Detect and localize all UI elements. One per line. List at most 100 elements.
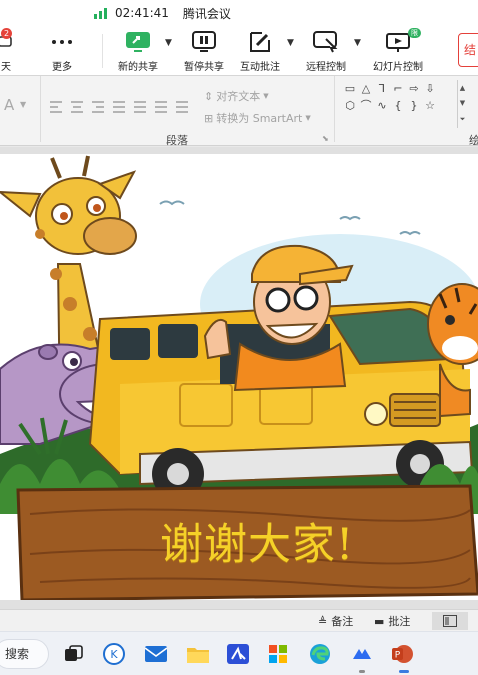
- windows-taskbar: 搜索 K P: [0, 631, 478, 675]
- notes-label: 备注: [331, 615, 354, 628]
- align-center-icon[interactable]: [71, 101, 83, 113]
- more-label: 更多: [52, 62, 72, 73]
- smartart-icon: ⊞: [204, 111, 214, 125]
- slideshow-control-button[interactable]: 限免 幻灯片控制: [372, 28, 424, 74]
- remote-control-icon: [313, 30, 339, 54]
- meeting-app-title: 腾讯会议: [182, 6, 231, 21]
- remote-control-label: 远程控制: [306, 62, 346, 73]
- signal-icon: [94, 7, 107, 19]
- normal-view-button[interactable]: [432, 612, 468, 630]
- star-shape-icon[interactable]: ☆: [424, 99, 436, 112]
- align-right-icon[interactable]: [92, 101, 104, 113]
- active-app-indicator: [399, 670, 409, 673]
- task-view-icon[interactable]: [62, 642, 86, 666]
- kuaiyu-app-icon[interactable]: K: [102, 642, 126, 666]
- notes-icon: ≜: [318, 614, 328, 628]
- annotate-button[interactable]: 互动批注: [238, 30, 282, 74]
- columns-icon[interactable]: [155, 101, 167, 113]
- end-meeting-button[interactable]: 结: [458, 33, 478, 67]
- comments-label: 批注: [388, 615, 411, 628]
- pause-share-label: 暂停共享: [184, 62, 224, 73]
- align-left-icon[interactable]: [50, 101, 62, 113]
- paragraph-dialog-launcher-icon[interactable]: ⬊: [322, 134, 329, 143]
- font-color-icon[interactable]: A: [4, 96, 14, 114]
- convert-smartart-label: 转换为 SmartArt: [216, 112, 303, 125]
- annotate-pen-icon: [249, 30, 271, 54]
- notes-button[interactable]: ≜ 备注: [318, 613, 353, 629]
- line-spacing-icon[interactable]: [176, 101, 188, 113]
- paragraph-align-tools: [50, 101, 188, 113]
- design-app-icon[interactable]: [226, 642, 250, 666]
- meeting-toolbar: 02:41:41 腾讯会议 2 天 更多 新的共享 ▼ 暂停共享 互动批注 ▼ …: [0, 0, 478, 76]
- tencent-meeting-taskbar-icon[interactable]: [350, 642, 374, 666]
- chat-button[interactable]: 2 天: [0, 28, 16, 74]
- rectangle-shape-icon[interactable]: ▭: [344, 82, 356, 95]
- ribbon-divider: [334, 76, 335, 142]
- convert-smartart-button[interactable]: ⊞ 转换为 SmartArt ▼: [204, 110, 311, 126]
- new-share-button[interactable]: 新的共享: [116, 30, 160, 74]
- new-share-caret-icon[interactable]: ▼: [165, 38, 172, 48]
- running-indicator: [359, 670, 365, 673]
- justify-icon[interactable]: [113, 101, 125, 113]
- pause-icon: [192, 30, 216, 54]
- brace-right-shape-icon[interactable]: }: [408, 99, 420, 112]
- edge-browser-icon[interactable]: [308, 642, 332, 666]
- align-text-button[interactable]: ⇕ 对齐文本 ▼: [204, 88, 269, 104]
- distributed-icon[interactable]: [134, 101, 146, 113]
- remote-control-button[interactable]: 远程控制: [304, 30, 348, 74]
- meeting-status: 02:41:41 腾讯会议: [94, 4, 231, 22]
- file-explorer-icon[interactable]: [186, 642, 210, 666]
- normal-view-icon: [443, 615, 457, 627]
- taskbar-search-box[interactable]: 搜索: [0, 639, 49, 669]
- slide-workspace: 谢谢大家!: [0, 147, 478, 609]
- more-dots-icon: [50, 30, 74, 54]
- ppt-status-bar: ≜ 备注 ▬ 批注: [0, 609, 478, 631]
- slide-canvas[interactable]: 谢谢大家!: [0, 154, 478, 600]
- chat-label: 天: [1, 62, 11, 73]
- annotate-label: 互动批注: [240, 62, 280, 73]
- comment-icon: ▬: [374, 614, 385, 628]
- more-button[interactable]: 更多: [48, 30, 76, 74]
- comments-button[interactable]: ▬ 批注: [374, 613, 410, 629]
- microsoft-store-icon[interactable]: [266, 642, 290, 666]
- shapes-gallery-scroll[interactable]: ▲ ▼ ⏷: [457, 80, 467, 128]
- triangle-shape-icon[interactable]: △: [360, 82, 372, 95]
- align-text-icon: ⇕: [204, 89, 214, 103]
- new-share-label: 新的共享: [118, 62, 158, 73]
- gallery-up-icon[interactable]: ▲: [460, 84, 465, 92]
- annotate-caret-icon[interactable]: ▼: [287, 38, 294, 48]
- freeform-shape-icon[interactable]: ∿: [376, 99, 388, 112]
- remote-control-caret-icon[interactable]: ▼: [354, 38, 361, 48]
- ppt-ribbon: A ▼ ⇕ 对齐文本 ▼ ⊞ 转换为 SmartArt ▼ 段落 ⬊ ▭ △ ⅂…: [0, 76, 478, 147]
- arrow-right-shape-icon[interactable]: ⇨: [408, 82, 420, 95]
- align-text-caret-icon: ▼: [263, 92, 269, 100]
- curved-connector-icon[interactable]: ⌐: [392, 82, 404, 95]
- slide-thanks-text: 谢谢大家!: [160, 520, 355, 570]
- meeting-clock: 02:41:41: [115, 6, 169, 20]
- font-color-caret-icon[interactable]: ▼: [20, 100, 26, 109]
- paragraph-group-label: 段落: [166, 134, 188, 147]
- svg-text:K: K: [110, 648, 118, 661]
- ribbon-divider: [40, 76, 41, 142]
- brace-left-shape-icon[interactable]: {: [392, 99, 404, 112]
- svg-text:P: P: [395, 651, 401, 661]
- meeting-tools: 2 天 更多 新的共享 ▼ 暂停共享 互动批注 ▼ 远程控制 ▼ 限免 幻灯片控…: [0, 28, 478, 74]
- slideshow-promo-badge: 限免: [408, 28, 421, 47]
- slideshow-control-label: 幻灯片控制: [373, 62, 423, 73]
- drawing-group-label: 绘: [469, 134, 478, 147]
- arrow-down-shape-icon[interactable]: ⇩: [424, 82, 436, 95]
- hexagon-shape-icon[interactable]: ⬡: [344, 99, 356, 112]
- powerpoint-app-icon[interactable]: P: [390, 642, 414, 666]
- chat-icon: 2: [0, 28, 14, 54]
- pause-share-button[interactable]: 暂停共享: [182, 30, 226, 74]
- mail-app-icon[interactable]: [144, 642, 168, 666]
- slideshow-control-icon: 限免: [386, 28, 421, 54]
- arc-shape-icon[interactable]: ⌒: [360, 99, 372, 112]
- gallery-more-icon[interactable]: ⏷: [460, 115, 466, 124]
- taskbar-search-label: 搜索: [5, 647, 30, 661]
- smartart-caret-icon: ▼: [305, 114, 311, 122]
- elbow-connector-icon[interactable]: ⅂: [376, 82, 388, 95]
- share-screen-icon: [125, 30, 151, 54]
- gallery-down-icon[interactable]: ▼: [460, 99, 465, 107]
- chat-badge: 2: [1, 28, 12, 39]
